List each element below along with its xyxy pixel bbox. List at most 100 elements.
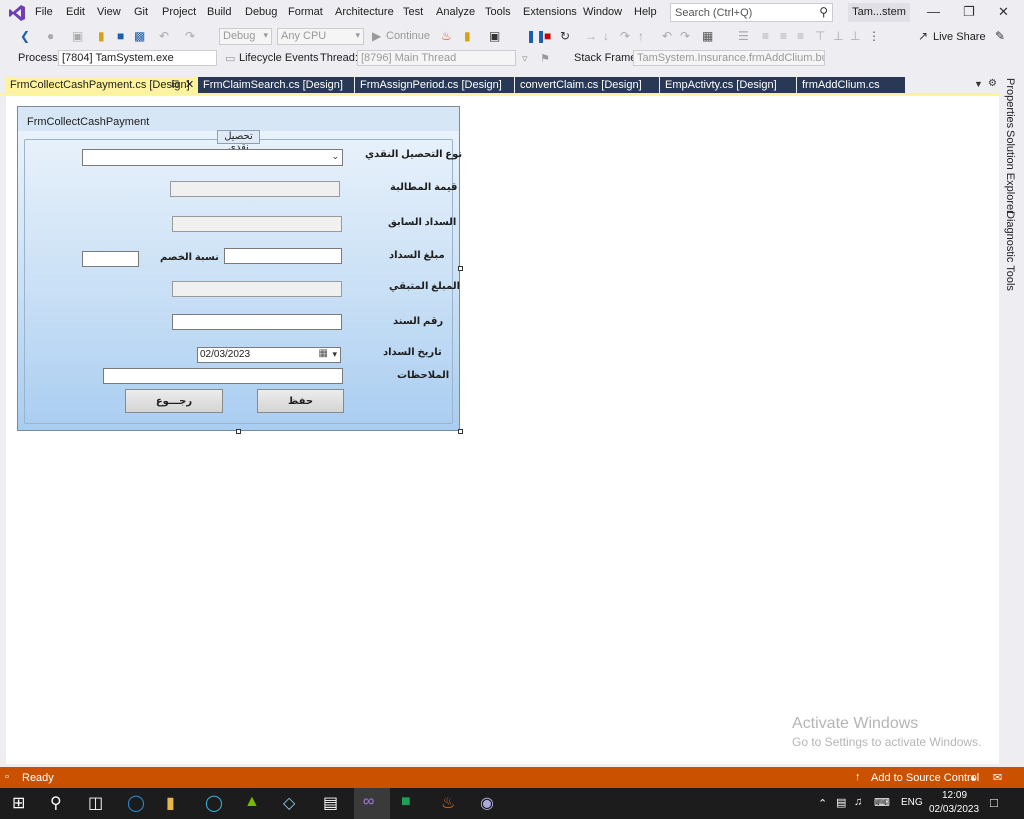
solution-name-badge[interactable]: Tam...stem bbox=[848, 3, 910, 22]
hot-reload-icon[interactable]: ♨ bbox=[441, 29, 452, 43]
menu-tools[interactable]: Tools bbox=[485, 6, 511, 18]
menu-extensions[interactable]: Extensions bbox=[523, 6, 577, 18]
menu-format[interactable]: Format bbox=[288, 6, 323, 18]
tool-app-icon[interactable]: ▲ bbox=[244, 793, 260, 811]
feedback-icon[interactable]: ✎ bbox=[995, 29, 1005, 43]
live-share-icon[interactable]: ↗ bbox=[918, 29, 928, 43]
undo-icon[interactable]: ↶ bbox=[159, 29, 169, 43]
claim-value-field[interactable] bbox=[170, 181, 340, 197]
save-all-icon[interactable]: ▩ bbox=[134, 29, 145, 43]
step-next-icon[interactable]: → bbox=[585, 29, 597, 43]
task-view-icon[interactable]: ◫ bbox=[88, 793, 103, 813]
menu-window[interactable]: Window bbox=[583, 6, 622, 18]
visual-studio-logo-icon[interactable] bbox=[8, 4, 26, 22]
save-button[interactable]: حفظ bbox=[257, 389, 344, 413]
clock-date[interactable]: 02/03/2023 bbox=[929, 804, 979, 815]
tab-convertclaim[interactable]: convertClaim.cs [Design] bbox=[515, 77, 659, 93]
notepad-icon[interactable]: ▤ bbox=[323, 793, 338, 813]
live-share-button[interactable]: Live Share bbox=[933, 31, 986, 43]
stack-frame-dropdown[interactable]: TamSystem.Insurance.frmAddClium.buttc bbox=[633, 50, 825, 66]
menu-help[interactable]: Help bbox=[634, 6, 657, 18]
properties-panel-tab[interactable]: Properties bbox=[1004, 78, 1016, 128]
redo-layout-icon[interactable]: ↷ bbox=[680, 29, 690, 43]
menu-build[interactable]: Build bbox=[207, 6, 231, 18]
redo-icon[interactable]: ↷ bbox=[185, 29, 195, 43]
network-icon[interactable]: ▤ bbox=[836, 796, 846, 809]
menu-git[interactable]: Git bbox=[134, 6, 148, 18]
close-icon[interactable]: ✕ bbox=[998, 4, 1009, 20]
solution-explorer-panel-tab[interactable]: Solution Explorer bbox=[1004, 130, 1016, 214]
receipt-number-field[interactable] bbox=[172, 314, 342, 330]
payment-amount-field[interactable] bbox=[224, 248, 342, 264]
remaining-amount-field[interactable] bbox=[172, 281, 342, 297]
volume-icon[interactable]: ♫ bbox=[854, 796, 862, 808]
chevron-down-icon[interactable]: ▾ bbox=[332, 349, 337, 360]
tab-frmaddclium[interactable]: frmAddClium.cs bbox=[797, 77, 905, 93]
paint-icon[interactable]: ◉ bbox=[480, 793, 494, 813]
resize-handle-bottom[interactable] bbox=[236, 429, 241, 434]
app-icon[interactable]: ◇ bbox=[283, 793, 295, 813]
keyboard-icon[interactable]: ⌨ bbox=[874, 796, 890, 809]
menu-edit[interactable]: Edit bbox=[66, 6, 85, 18]
calendar-icon[interactable]: ▦ bbox=[319, 348, 328, 359]
tab-empactivty[interactable]: EmpActivty.cs [Design] bbox=[660, 77, 796, 93]
align-middle-icon[interactable]: ⊥ bbox=[833, 29, 843, 43]
menu-analyze[interactable]: Analyze bbox=[436, 6, 475, 18]
edge-icon[interactable]: ◯ bbox=[205, 793, 223, 813]
add-to-source-control-button[interactable]: Add to Source Control bbox=[871, 772, 979, 784]
align-right-icon[interactable]: ≡ bbox=[797, 29, 804, 43]
thread-dropdown[interactable]: [8796] Main Thread bbox=[357, 50, 516, 66]
menu-file[interactable]: File bbox=[35, 6, 53, 18]
tab-overflow-icon[interactable]: ▼ bbox=[974, 79, 983, 89]
align-bottom-icon[interactable]: ⊥ bbox=[850, 29, 860, 43]
previous-payment-field[interactable] bbox=[172, 216, 342, 232]
pin-icon[interactable]: ⊟ bbox=[171, 79, 179, 90]
forward-icon[interactable]: ● bbox=[47, 29, 54, 43]
folder-icon[interactable]: ▮ bbox=[464, 29, 471, 43]
step-over-icon[interactable]: ↷ bbox=[620, 29, 630, 43]
continue-label[interactable]: Continue bbox=[386, 30, 430, 42]
align-icon[interactable]: ☰ bbox=[738, 29, 749, 43]
platform-dropdown[interactable]: Any CPU bbox=[277, 28, 364, 45]
minimize-icon[interactable]: — bbox=[927, 4, 940, 19]
notifications-icon[interactable]: ✉ bbox=[993, 771, 1002, 784]
screenshot-icon[interactable]: ▣ bbox=[489, 29, 500, 43]
menu-debug[interactable]: Debug bbox=[245, 6, 277, 18]
notes-field[interactable] bbox=[103, 368, 343, 384]
continue-icon[interactable]: ▶ bbox=[372, 29, 381, 43]
align-left-icon[interactable]: ≡ bbox=[762, 29, 769, 43]
clock-time[interactable]: 12:09 bbox=[942, 790, 967, 801]
form-title-bar[interactable]: FrmCollectCashPayment bbox=[18, 107, 459, 131]
flag-icon[interactable]: ⚑ bbox=[540, 52, 550, 65]
file-explorer-icon[interactable]: ▮ bbox=[166, 793, 175, 813]
windows-start-icon[interactable]: ⊞ bbox=[12, 793, 25, 813]
align-top-icon[interactable]: ⊤ bbox=[815, 29, 825, 43]
filter-icon[interactable]: ▿ bbox=[522, 52, 528, 65]
menu-view[interactable]: View bbox=[97, 6, 121, 18]
internet-explorer-icon[interactable]: ◯ bbox=[127, 793, 145, 813]
action-center-icon[interactable]: □ bbox=[990, 795, 998, 810]
payment-date-picker[interactable]: 02/03/2023 ▦ ▾ bbox=[197, 347, 341, 363]
new-project-icon[interactable]: ▣ bbox=[72, 29, 83, 43]
discount-ratio-field[interactable] bbox=[82, 251, 139, 267]
spacing-icon[interactable]: ⋮ bbox=[868, 29, 880, 43]
menu-project[interactable]: Project bbox=[162, 6, 196, 18]
step-out-icon[interactable]: ↑ bbox=[638, 29, 644, 43]
grid-icon[interactable]: ▦ bbox=[702, 29, 713, 43]
back-icon[interactable]: ❮ bbox=[20, 29, 30, 43]
tab-frmassignperiod[interactable]: FrmAssignPeriod.cs [Design] bbox=[355, 77, 514, 93]
app-flame-icon[interactable]: ♨ bbox=[441, 793, 455, 813]
chevron-up-icon[interactable]: ▲ bbox=[969, 773, 977, 782]
back-button[interactable]: رجـــوع bbox=[125, 389, 223, 413]
restore-icon[interactable]: ❐ bbox=[963, 4, 975, 20]
restart-icon[interactable]: ↻ bbox=[560, 29, 570, 43]
lifecycle-icon[interactable]: ▭ bbox=[225, 52, 235, 65]
excel-icon[interactable]: ■ bbox=[401, 793, 411, 811]
visual-studio-icon[interactable]: ∞ bbox=[363, 793, 374, 811]
stop-icon[interactable]: ■ bbox=[544, 29, 551, 43]
align-center-icon[interactable]: ≡ bbox=[780, 29, 787, 43]
undo-layout-icon[interactable]: ↶ bbox=[662, 29, 672, 43]
settings-gear-icon[interactable]: ⚙ bbox=[988, 78, 997, 89]
language-indicator[interactable]: ENG bbox=[901, 797, 923, 808]
open-folder-icon[interactable]: ▮ bbox=[98, 29, 105, 43]
